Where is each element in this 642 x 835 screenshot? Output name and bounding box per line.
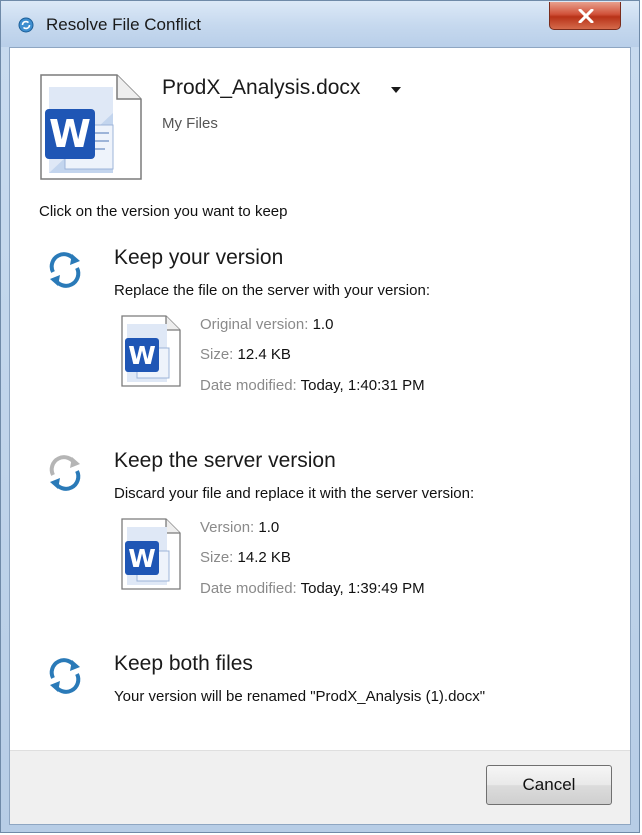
detail-value: 1.0 xyxy=(312,316,334,333)
detail-row: Date modified: Today, 1:40:31 PM xyxy=(200,377,425,394)
option-description: Replace the file on the server with your… xyxy=(114,282,430,299)
detail-row: Original version: 1.0 xyxy=(200,316,333,333)
sync-arrows-icon xyxy=(49,455,81,491)
resolve-file-conflict-dialog: Resolve File Conflict W ProdX_Analysis.d… xyxy=(0,0,640,833)
instruction-text: Click on the version you want to keep xyxy=(39,203,288,220)
title-bar[interactable]: Resolve File Conflict xyxy=(1,1,639,47)
svg-text:W: W xyxy=(128,341,156,370)
detail-label: Date modified: xyxy=(200,377,297,394)
window-title: Resolve File Conflict xyxy=(46,15,201,34)
detail-value: 12.4 KB xyxy=(237,346,291,363)
dialog-content: W ProdX_Analysis.docx My Files Click on … xyxy=(9,47,631,825)
detail-label: Size: xyxy=(200,549,234,566)
detail-label: Size: xyxy=(200,346,234,363)
detail-label: Date modified: xyxy=(200,580,297,597)
keep-server-version-option[interactable]: Keep the server version Discard your fil… xyxy=(30,441,620,621)
cancel-button[interactable]: Cancel xyxy=(486,765,612,805)
sync-app-icon xyxy=(18,17,34,33)
detail-row: Size: 12.4 KB xyxy=(200,346,291,363)
detail-label: Version: xyxy=(200,519,255,536)
detail-label: Original version: xyxy=(200,316,309,333)
close-button[interactable] xyxy=(549,2,621,30)
option-title: Keep the server version xyxy=(114,449,336,472)
detail-value: 14.2 KB xyxy=(237,549,291,566)
sync-arrows-icon xyxy=(49,252,81,288)
file-name: ProdX_Analysis.docx xyxy=(162,76,361,99)
word-document-icon: W xyxy=(120,314,182,388)
detail-value: 1.0 xyxy=(258,519,280,536)
word-document-icon: W xyxy=(39,73,143,181)
option-title: Keep your version xyxy=(114,246,284,269)
detail-value: Today, 1:39:49 PM xyxy=(300,580,425,597)
detail-row: Version: 1.0 xyxy=(200,519,279,536)
detail-row: Date modified: Today, 1:39:49 PM xyxy=(200,580,425,597)
option-description: Your version will be renamed "ProdX_Anal… xyxy=(114,688,486,705)
dialog-footer: Cancel xyxy=(10,750,630,824)
keep-your-version-option[interactable]: Keep your version Replace the file on th… xyxy=(30,238,620,418)
sync-arrows-icon xyxy=(49,658,81,694)
file-location: My Files xyxy=(162,115,218,132)
svg-text:W: W xyxy=(128,544,156,573)
svg-text:W: W xyxy=(49,112,91,156)
chevron-down-icon[interactable] xyxy=(390,86,402,94)
close-icon xyxy=(578,9,594,23)
word-document-icon: W xyxy=(120,517,182,591)
option-title: Keep both files xyxy=(114,652,253,675)
keep-both-files-option[interactable]: Keep both files Your version will be ren… xyxy=(30,644,620,724)
detail-value: Today, 1:40:31 PM xyxy=(300,377,425,394)
detail-row: Size: 14.2 KB xyxy=(200,549,291,566)
option-description: Discard your file and replace it with th… xyxy=(114,485,475,502)
